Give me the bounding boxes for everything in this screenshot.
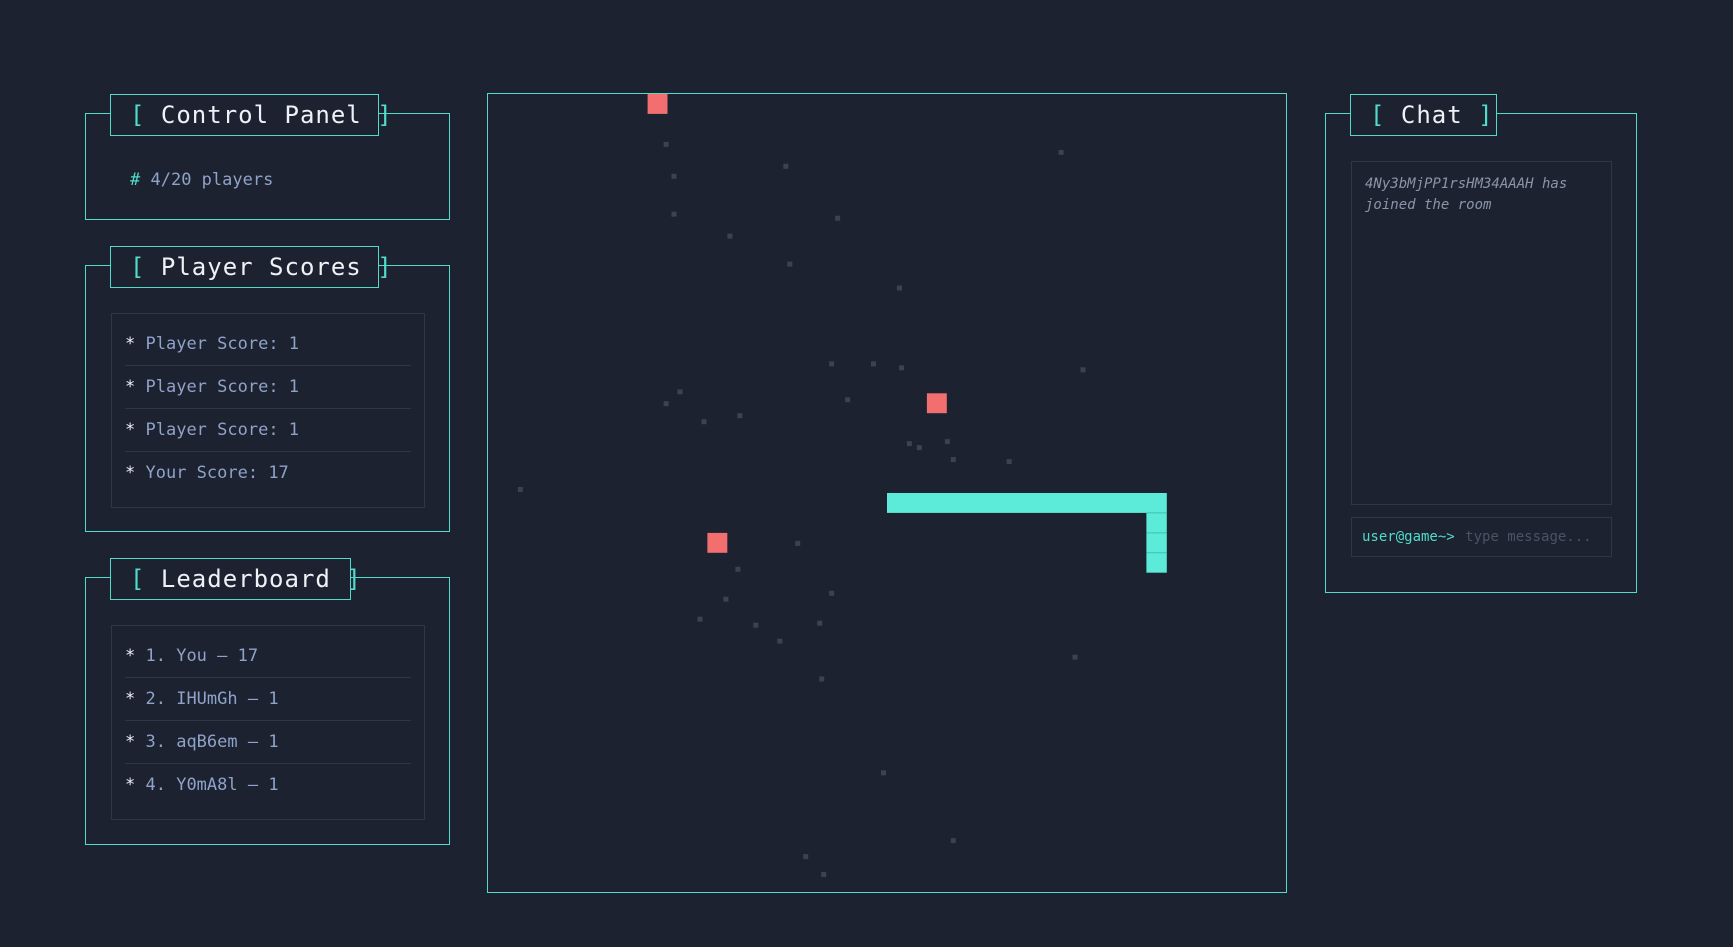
snake-segment <box>946 493 968 513</box>
particle <box>899 365 904 371</box>
particle <box>517 487 523 492</box>
particle <box>916 445 922 451</box>
particle <box>906 441 912 447</box>
chat-panel: [ Chat ] 4Ny3bMjPP1rsHM34AAAH has joined… <box>1325 94 1637 593</box>
particle <box>753 622 759 628</box>
snake-segment <box>1046 493 1067 513</box>
chat-input[interactable] <box>1463 529 1611 545</box>
food-item <box>926 393 947 414</box>
particle <box>950 838 956 844</box>
particle <box>663 141 669 147</box>
game-canvas[interactable] <box>488 94 1286 892</box>
chat-message: 4Ny3bMjPP1rsHM34AAAH has joined the room <box>1365 176 1568 213</box>
particle <box>871 361 876 367</box>
particle <box>803 854 809 860</box>
particle <box>723 596 729 602</box>
player-scores-list: * Player Score: 1 * Player Score: 1 * Pl… <box>111 313 425 508</box>
player-scores-panel: [ Player Scores ] * Player Score: 1 * Pl… <box>85 246 450 532</box>
chat-prompt: user@game~> <box>1362 529 1455 545</box>
particle <box>835 215 841 221</box>
particle <box>821 872 827 877</box>
chat-title: [ Chat ] <box>1350 94 1497 136</box>
snake-segment <box>1086 493 1107 513</box>
chat-input-row[interactable]: user@game~> <box>1351 517 1612 557</box>
particle <box>1072 654 1078 660</box>
particle <box>897 285 902 291</box>
list-item: * 3. aqB6em – 1 <box>125 721 411 764</box>
particle <box>1006 459 1012 465</box>
particle <box>819 676 825 682</box>
particle <box>735 566 741 572</box>
list-item: * 4. Y0mA8l – 1 <box>125 775 279 795</box>
particle <box>671 211 677 217</box>
particle <box>737 413 743 419</box>
list-item: * 2. IHUmGh – 1 <box>125 678 411 721</box>
leaderboard-list: * 1. You – 17 * 2. IHUmGh – 1 * 3. aqB6e… <box>111 625 425 820</box>
particle <box>1058 149 1064 155</box>
leaderboard-panel: [ Leaderboard ] * 1. You – 17 * 2. IHUmG… <box>85 558 450 845</box>
snake-segment <box>1146 532 1167 553</box>
player-scores-title: [ Player Scores ] <box>110 246 392 288</box>
particle <box>1080 367 1086 373</box>
snake-segment <box>986 493 1008 513</box>
snake-segment <box>887 493 908 513</box>
snake-segment <box>1026 493 1047 513</box>
particle <box>671 173 677 179</box>
particle <box>677 389 683 395</box>
particle <box>663 401 669 407</box>
list-item: * Player Score: 1 <box>125 409 411 452</box>
snake-segment <box>1146 512 1167 533</box>
particle <box>829 590 835 596</box>
control-panel-title: [ Control Panel ] <box>110 94 392 136</box>
particle <box>777 638 783 644</box>
leaderboard-title: [ Leaderboard ] <box>110 558 361 600</box>
list-item: * Player Score: 1 <box>125 323 411 366</box>
particle <box>697 616 703 622</box>
snake-segment <box>906 493 928 513</box>
chat-log[interactable]: 4Ny3bMjPP1rsHM34AAAH has joined the room <box>1351 161 1612 505</box>
particle <box>795 540 801 546</box>
list-item: * Player Score: 1 <box>125 366 411 409</box>
control-panel: [ Control Panel ] # 4/20 players <box>85 94 450 220</box>
hash-icon: # <box>130 170 141 190</box>
food-item <box>647 94 668 114</box>
snake-segment <box>1066 493 1087 513</box>
particle <box>783 163 789 169</box>
list-item: * 1. You – 17 <box>125 635 411 678</box>
snake-segment <box>1006 493 1028 513</box>
particle <box>829 361 835 367</box>
list-item: * Your Score: 17 <box>125 463 289 483</box>
snake-segment <box>1106 493 1127 513</box>
particle <box>950 457 956 463</box>
particle <box>701 419 707 425</box>
snake-segment <box>926 493 948 513</box>
snake-segment <box>1126 493 1147 513</box>
snake-segment <box>1146 493 1167 513</box>
particle <box>787 261 793 267</box>
player-count: # 4/20 players <box>130 170 274 190</box>
food-item <box>707 532 728 553</box>
particle <box>727 233 733 239</box>
particle <box>845 397 851 403</box>
particle <box>817 620 823 626</box>
snake-segment <box>966 493 988 513</box>
particle <box>881 770 886 776</box>
particle <box>944 439 950 445</box>
snake-head <box>1146 552 1167 573</box>
game-board[interactable] <box>487 93 1287 893</box>
